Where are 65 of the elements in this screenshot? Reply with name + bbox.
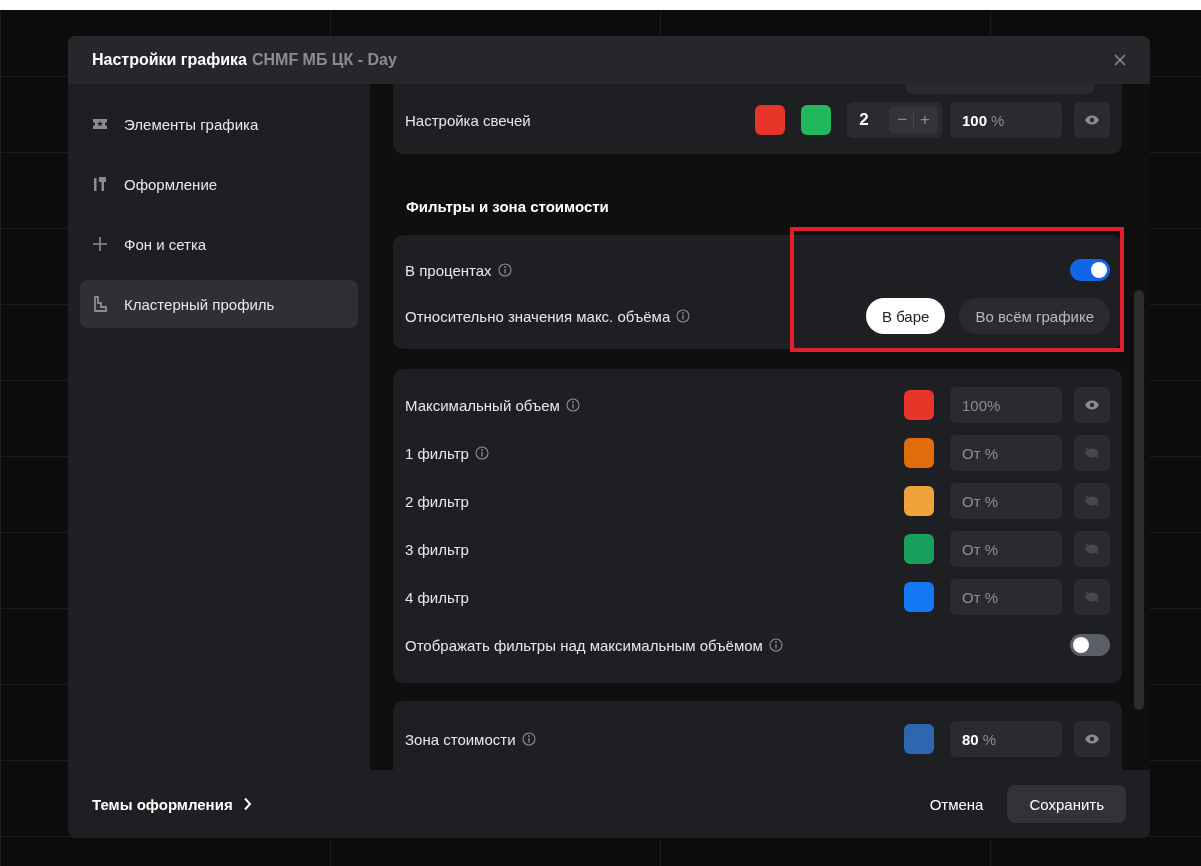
- percent-field[interactable]: От %: [950, 435, 1062, 471]
- percent-field[interactable]: 100 %: [950, 102, 1062, 138]
- themes-link[interactable]: Темы оформления: [92, 795, 252, 813]
- info-icon[interactable]: [768, 638, 783, 652]
- color-swatch[interactable]: [904, 390, 934, 420]
- eye-icon: [1084, 115, 1100, 125]
- dialog-title: Настройки графика: [92, 51, 247, 69]
- eye-slash-icon: [1084, 543, 1100, 555]
- brush-icon: [92, 176, 108, 192]
- color-swatch[interactable]: [801, 105, 832, 135]
- visibility-button[interactable]: [1074, 102, 1110, 138]
- sidebar-item[interactable]: Фон и сетка: [80, 220, 358, 268]
- setting-label: Максимальный объем: [405, 396, 560, 414]
- visibility-button[interactable]: [1074, 387, 1110, 423]
- eye-slash-icon: [1084, 447, 1100, 459]
- visibility-button[interactable]: [1074, 721, 1110, 757]
- ticket-icon: [92, 117, 108, 131]
- percent-field[interactable]: 80 %: [950, 721, 1062, 757]
- color-swatch[interactable]: [904, 486, 934, 516]
- color-swatch[interactable]: [904, 438, 934, 468]
- increment-button[interactable]: +: [920, 110, 930, 130]
- setting-label: Зона стоимости: [405, 730, 516, 748]
- setting-label: Настройка свечей: [405, 111, 531, 129]
- chevron-right-icon: [242, 797, 252, 811]
- save-button[interactable]: Сохранить: [1007, 785, 1126, 823]
- width-stepper[interactable]: 2 − +: [847, 102, 942, 138]
- percent-field[interactable]: 100%: [950, 387, 1062, 423]
- color-swatch[interactable]: [755, 105, 786, 135]
- instrument-name: CHMF МБ ЦК - Day: [251, 51, 397, 69]
- setting-label: 2 фильтр: [405, 492, 469, 510]
- plus-icon: [92, 236, 108, 252]
- section-title: Фильтры и зона стоимости: [405, 197, 610, 217]
- color-swatch[interactable]: [904, 534, 934, 564]
- setting-label: В процентах: [405, 261, 492, 279]
- percent-field[interactable]: От %: [950, 483, 1062, 519]
- segment-button[interactable]: В баре: [865, 298, 946, 334]
- sidebar-item[interactable]: Кластерный профиль: [80, 280, 358, 328]
- setting-label: Отображать фильтры над максимальным объёмом: [405, 636, 763, 654]
- info-icon[interactable]: [497, 263, 512, 277]
- info-icon[interactable]: [565, 398, 580, 412]
- sidebar-item[interactable]: Оформление: [80, 160, 358, 208]
- scrollbar-thumb[interactable]: [1134, 290, 1144, 710]
- info-icon[interactable]: [474, 446, 489, 460]
- steps-icon: [92, 296, 108, 312]
- close-icon[interactable]: [1114, 54, 1126, 66]
- setting-label: 3 фильтр: [405, 540, 469, 558]
- info-icon[interactable]: [676, 309, 691, 323]
- segment-button[interactable]: Во всём графике: [959, 298, 1110, 334]
- percent-field[interactable]: От %: [950, 579, 1062, 615]
- percent-field[interactable]: От %: [950, 531, 1062, 567]
- cancel-button[interactable]: Отмена: [921, 785, 992, 823]
- decrement-button[interactable]: −: [897, 110, 908, 130]
- setting-label: 1 фильтр: [405, 444, 469, 462]
- eye-icon: [1084, 400, 1100, 410]
- color-swatch[interactable]: [904, 582, 934, 612]
- color-swatch[interactable]: [904, 724, 934, 754]
- toggle-switch[interactable]: [1070, 259, 1110, 281]
- setting-label: 4 фильтр: [405, 588, 469, 606]
- eye-icon: [1084, 734, 1100, 744]
- eye-slash-icon: [1084, 591, 1100, 603]
- eye-slash-icon: [1084, 495, 1100, 507]
- toggle-switch[interactable]: [1070, 634, 1110, 656]
- sidebar-item[interactable]: Элементы графика: [80, 100, 358, 148]
- setting-label: Относительно значения макс. объёма: [405, 307, 671, 325]
- info-icon[interactable]: [521, 732, 536, 746]
